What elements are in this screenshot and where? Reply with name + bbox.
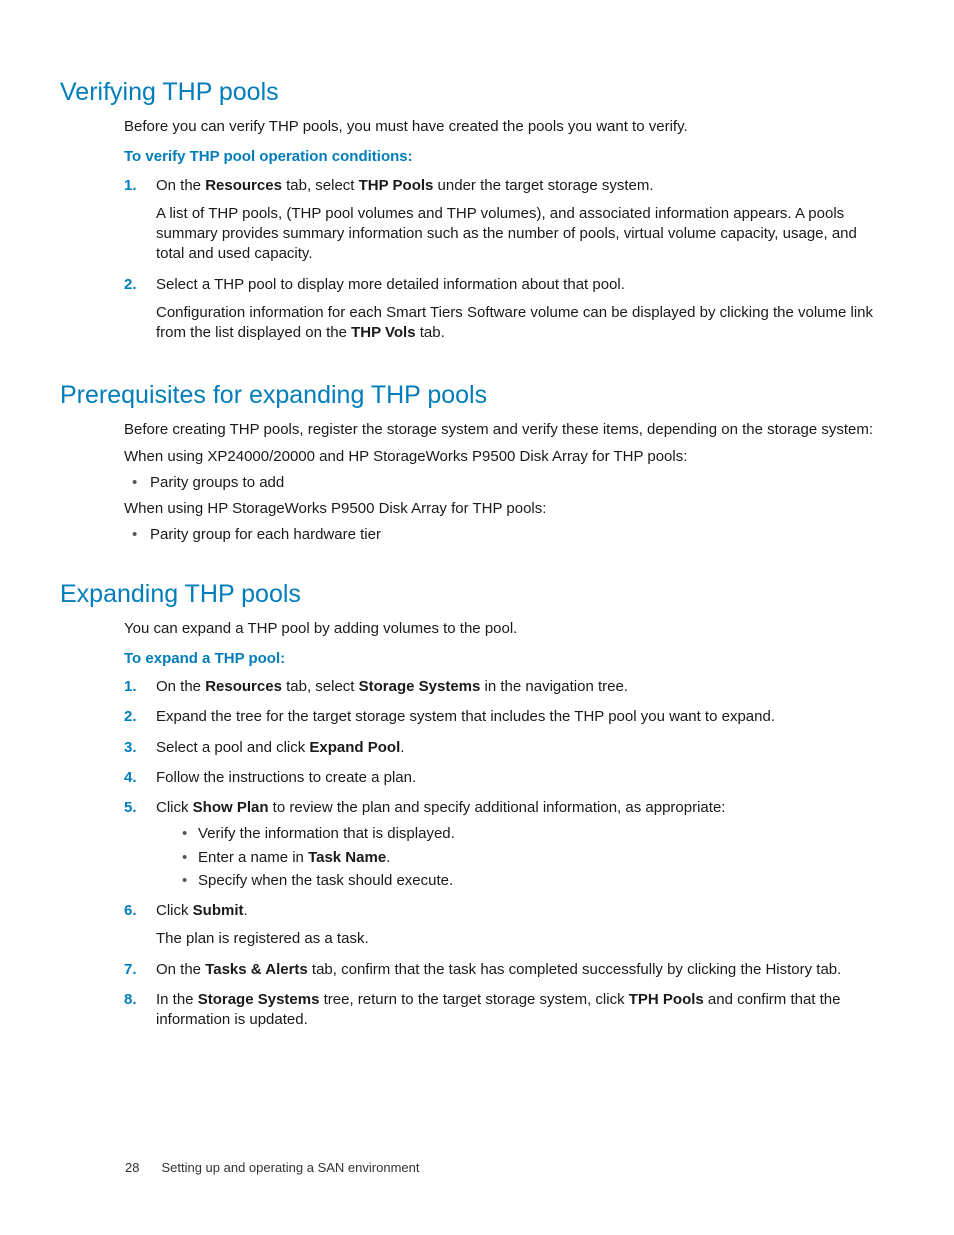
section1-body: Before you can verify THP pools, you mus… — [124, 117, 882, 343]
step-body: A list of THP pools, (THP pool volumes a… — [156, 204, 882, 265]
verify-steps: On the Resources tab, select THP Pools u… — [124, 176, 882, 344]
section2-body: Before creating THP pools, register the … — [124, 420, 882, 545]
page-number: 28 — [125, 1160, 139, 1175]
para: When using XP24000/20000 and HP StorageW… — [124, 447, 882, 467]
sub-bullet: Enter a name in Task Name. — [176, 848, 882, 868]
step-1: On the Resources tab, select Storage Sys… — [124, 677, 882, 697]
sub-bullet-list: Verify the information that is displayed… — [176, 824, 882, 891]
step-body: Configuration information for each Smart… — [156, 303, 882, 344]
document-page: Verifying THP pools Before you can verif… — [0, 0, 954, 1235]
intro-text: You can expand a THP pool by adding volu… — [124, 619, 882, 639]
step-text: Follow the instructions to create a plan… — [156, 769, 416, 786]
step-body: The plan is registered as a task. — [156, 929, 882, 949]
section3-body: You can expand a THP pool by adding volu… — [124, 619, 882, 1031]
page-footer: 28 Setting up and operating a SAN environ… — [125, 1160, 419, 1175]
expand-steps: On the Resources tab, select Storage Sys… — [124, 677, 882, 1030]
step-6: Click Submit. The plan is registered as … — [124, 901, 882, 950]
para: When using HP StorageWorks P9500 Disk Ar… — [124, 499, 882, 519]
step-2: Select a THP pool to display more detail… — [124, 275, 882, 344]
step-text: Select a pool and click Expand Pool. — [156, 739, 404, 756]
chapter-title: Setting up and operating a SAN environme… — [161, 1160, 419, 1175]
procedure-subhead: To verify THP pool operation conditions: — [124, 147, 882, 167]
bullet-list: Parity group for each hardware tier — [124, 525, 882, 545]
step-text: Expand the tree for the target storage s… — [156, 708, 775, 725]
para: Before creating THP pools, register the … — [124, 420, 882, 440]
step-5: Click Show Plan to review the plan and s… — [124, 798, 882, 891]
step-text: On the Tasks & Alerts tab, confirm that … — [156, 961, 841, 978]
step-7: On the Tasks & Alerts tab, confirm that … — [124, 960, 882, 980]
step-text: Select a THP pool to display more detail… — [156, 276, 625, 293]
procedure-subhead: To expand a THP pool: — [124, 649, 882, 669]
sub-bullet: Verify the information that is displayed… — [176, 824, 882, 844]
heading-prerequisites: Prerequisites for expanding THP pools — [60, 381, 882, 410]
step-1: On the Resources tab, select THP Pools u… — [124, 176, 882, 265]
step-8: In the Storage Systems tree, return to t… — [124, 990, 882, 1031]
heading-expanding-thp-pools: Expanding THP pools — [60, 580, 882, 609]
intro-text: Before you can verify THP pools, you mus… — [124, 117, 882, 137]
step-text: On the Resources tab, select THP Pools u… — [156, 177, 654, 194]
step-text: Click Show Plan to review the plan and s… — [156, 799, 725, 816]
step-3: Select a pool and click Expand Pool. — [124, 738, 882, 758]
heading-verifying-thp-pools: Verifying THP pools — [60, 78, 882, 107]
bullet-item: Parity groups to add — [124, 473, 882, 493]
bullet-list: Parity groups to add — [124, 473, 882, 493]
step-2: Expand the tree for the target storage s… — [124, 707, 882, 727]
sub-bullet: Specify when the task should execute. — [176, 871, 882, 891]
step-text: On the Resources tab, select Storage Sys… — [156, 678, 628, 695]
step-text: Click Submit. — [156, 902, 248, 919]
step-4: Follow the instructions to create a plan… — [124, 768, 882, 788]
step-text: In the Storage Systems tree, return to t… — [156, 991, 841, 1028]
bullet-item: Parity group for each hardware tier — [124, 525, 882, 545]
